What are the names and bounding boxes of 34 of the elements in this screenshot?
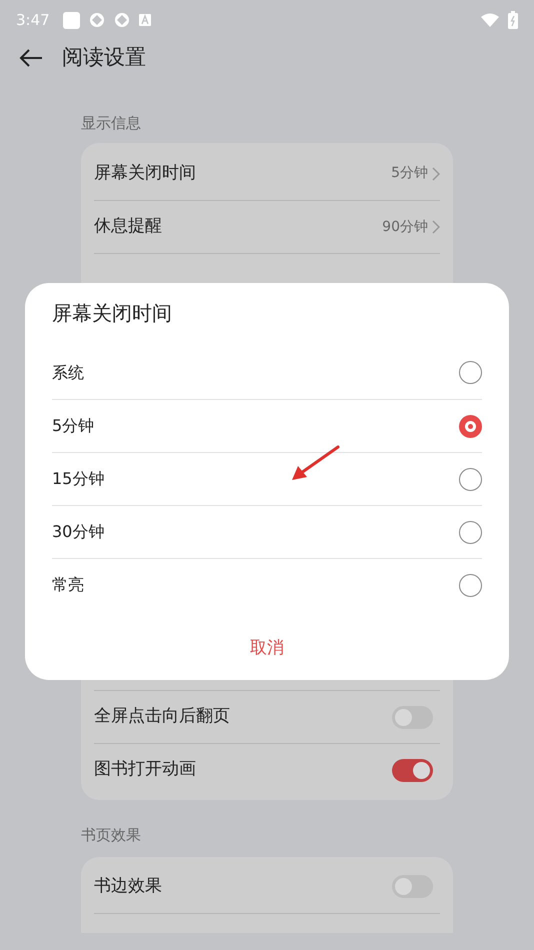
keyboard-icon <box>138 14 151 26</box>
radio-button[interactable] <box>459 468 482 490</box>
battery-icon <box>508 11 518 29</box>
toggle-switch[interactable] <box>392 875 433 898</box>
radio-button[interactable] <box>459 574 482 596</box>
dialog-title: 屏幕关闭时间 <box>52 300 173 326</box>
cancel-button[interactable]: 取消 <box>234 629 300 669</box>
setting-value-button[interactable]: 90分钟 <box>382 216 440 238</box>
wifi-icon <box>481 13 499 27</box>
chevron-right-icon <box>432 166 440 180</box>
page-title: 阅读设置 <box>62 44 146 72</box>
setting-label: 全屏点击向后翻页 <box>94 705 230 728</box>
aperture-icon <box>114 12 130 28</box>
app-icon <box>62 12 80 28</box>
toggle-switch[interactable] <box>392 706 433 728</box>
back-arrow-icon[interactable] <box>19 48 43 68</box>
radio-button[interactable] <box>459 520 482 544</box>
setting-value-button[interactable]: 5分钟 <box>391 163 440 184</box>
aperture-icon <box>88 12 105 28</box>
setting-label: 屏幕关闭时间 <box>94 162 196 185</box>
chevron-right-icon <box>432 220 440 234</box>
setting-label: 书边效果 <box>94 874 162 898</box>
section-title: 书页效果 <box>81 825 142 845</box>
radio-button[interactable] <box>459 414 482 438</box>
section-title: 显示信息 <box>81 113 142 133</box>
setting-label: 休息提醒 <box>94 215 162 238</box>
radio-button[interactable] <box>459 361 482 384</box>
radio-option[interactable]: 30分钟 <box>52 505 482 558</box>
setting-label: 图书打开动画 <box>94 758 196 782</box>
radio-option[interactable]: 系统 <box>52 346 482 399</box>
radio-option[interactable]: 常亮 <box>52 558 482 611</box>
status-time: 3:47 <box>16 10 50 31</box>
toggle-switch[interactable] <box>392 758 433 782</box>
radio-option[interactable]: 5分钟 <box>52 399 482 452</box>
